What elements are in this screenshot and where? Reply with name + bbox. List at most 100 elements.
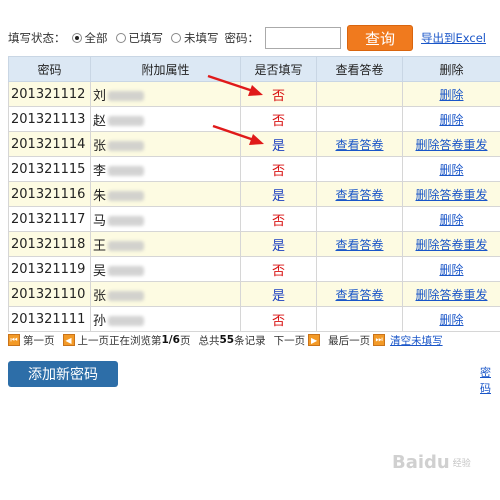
- view-cell: [316, 256, 403, 282]
- radio-all[interactable]: [71, 33, 82, 43]
- next-page-icon[interactable]: ▶: [308, 334, 321, 346]
- filled-status: 否: [271, 163, 285, 179]
- attribute-name: 李: [93, 163, 107, 179]
- password-link[interactable]: 密码: [480, 364, 500, 396]
- delete-link[interactable]: 删除: [439, 313, 463, 327]
- next-page-link[interactable]: 下一页: [274, 333, 306, 348]
- delete-cell: 删除: [402, 81, 500, 107]
- red-arrow-icon: [212, 124, 264, 145]
- first-page-icon[interactable]: ⏮: [8, 334, 20, 346]
- filled-status: 否: [271, 88, 285, 104]
- filled-status-cell: 是: [240, 281, 317, 307]
- view-answer-link[interactable]: 查看答卷: [335, 138, 383, 152]
- filled-status-cell: 是: [240, 231, 317, 257]
- redacted-blur: [108, 241, 145, 251]
- filled-status-cell: 是: [240, 181, 317, 207]
- redacted-blur: [108, 316, 145, 326]
- watermark-brand: Baidu: [392, 452, 450, 473]
- total-count: 55: [219, 334, 235, 346]
- redacted-blur: [108, 291, 145, 301]
- delete-cell: 删除: [402, 156, 500, 182]
- status-option-all[interactable]: 全部: [70, 30, 108, 46]
- delete-resend-link[interactable]: 删除答卷重发: [415, 188, 487, 202]
- last-page-icon[interactable]: ⏭: [373, 334, 386, 346]
- password-cell: 201321114: [8, 131, 91, 157]
- view-answer-link[interactable]: 查看答卷: [335, 238, 383, 252]
- redacted-blur: [108, 191, 145, 201]
- attribute-cell: 吴: [90, 256, 241, 282]
- password-input[interactable]: [265, 27, 341, 49]
- attribute-name: 王: [93, 238, 107, 254]
- status-option-all-label: 全部: [84, 31, 108, 45]
- view-cell: [316, 206, 403, 232]
- radio-filled[interactable]: [115, 33, 126, 43]
- status-option-filled-label: 已填写: [128, 31, 164, 45]
- view-answer-link[interactable]: 查看答卷: [335, 288, 383, 302]
- attribute-cell: 马: [90, 206, 241, 232]
- filled-status: 是: [271, 288, 285, 304]
- attribute-cell: 李: [90, 156, 241, 182]
- delete-link[interactable]: 删除: [439, 213, 463, 227]
- view-cell: 查看答卷: [316, 131, 403, 157]
- delete-cell: 删除: [402, 306, 500, 332]
- prev-page-icon[interactable]: ◀: [62, 334, 75, 346]
- delete-cell: 删除答卷重发: [402, 181, 500, 207]
- col-header-view: 查看答卷: [316, 56, 403, 82]
- prev-page-link[interactable]: 上一页: [78, 333, 110, 348]
- status-label: 填写状态：: [8, 31, 66, 45]
- delete-link[interactable]: 删除: [439, 163, 463, 177]
- page-suffix: 页: [179, 334, 191, 347]
- redacted-blur: [108, 116, 145, 126]
- attribute-name: 赵: [93, 113, 107, 129]
- view-cell: 查看答卷: [316, 181, 403, 207]
- view-cell: [316, 156, 403, 182]
- status-option-unfilled[interactable]: 未填写: [169, 30, 219, 46]
- col-header-delete: 删除: [402, 56, 500, 82]
- delete-cell: 删除: [402, 106, 500, 132]
- password-cell: 201321119: [8, 256, 91, 282]
- attribute-name: 张: [93, 138, 107, 154]
- password-cell: 201321112: [8, 81, 91, 107]
- attribute-name: 张: [93, 288, 107, 304]
- table-row: 201321117 马 否 删除: [8, 206, 500, 232]
- delete-resend-link[interactable]: 删除答卷重发: [415, 238, 487, 252]
- table-row: 201321110 张 是 查看答卷 删除答卷重发: [8, 281, 500, 307]
- pagination: ⏮ 第一页 ◀ 上一页 正在浏览第 1/6 页 总共 55 条记录 下一页 ▶ 最后一页…: [8, 331, 500, 349]
- filled-status: 否: [271, 263, 285, 279]
- delete-link[interactable]: 删除: [439, 113, 463, 127]
- redacted-blur: [108, 141, 145, 151]
- password-cell: 201321116: [8, 181, 91, 207]
- view-cell: 查看答卷: [316, 281, 403, 307]
- attribute-cell: 朱: [90, 181, 241, 207]
- filled-status: 是: [271, 138, 285, 154]
- delete-cell: 删除答卷重发: [402, 281, 500, 307]
- page-indicator: 1/6: [161, 334, 180, 346]
- attribute-name: 孙: [93, 313, 107, 329]
- view-cell: [316, 306, 403, 332]
- delete-link[interactable]: 删除: [439, 88, 463, 102]
- table-row: 201321116 朱 是 查看答卷 删除答卷重发: [8, 181, 500, 207]
- delete-resend-link[interactable]: 删除答卷重发: [415, 288, 487, 302]
- red-arrow-icon: [207, 74, 263, 96]
- delete-cell: 删除答卷重发: [402, 231, 500, 257]
- attribute-name: 刘: [93, 88, 107, 104]
- first-page-link[interactable]: 第一页: [23, 333, 55, 348]
- table-row: 201321118 王 是 查看答卷 删除答卷重发: [8, 231, 500, 257]
- query-button[interactable]: 查询: [347, 25, 413, 51]
- delete-resend-link[interactable]: 删除答卷重发: [415, 138, 487, 152]
- filled-status-cell: 否: [240, 256, 317, 282]
- view-answer-link[interactable]: 查看答卷: [335, 188, 383, 202]
- redacted-blur: [108, 91, 145, 101]
- filter-bar: 填写状态： 全部 已填写 未填写 密码： 查询 导出到Excel: [8, 24, 500, 52]
- table-row: 201321119 吴 否 删除: [8, 256, 500, 282]
- delete-link[interactable]: 删除: [439, 263, 463, 277]
- export-excel-link[interactable]: 导出到Excel: [421, 30, 486, 46]
- filled-status: 否: [271, 113, 285, 129]
- clear-unfilled-link[interactable]: 清空未填写: [390, 333, 443, 348]
- browsing-label: 正在浏览第: [109, 334, 162, 347]
- last-page-link[interactable]: 最后一页: [328, 333, 370, 348]
- add-new-password-button[interactable]: 添加新密码: [8, 361, 118, 387]
- status-option-filled[interactable]: 已填写: [114, 30, 164, 46]
- radio-unfilled[interactable]: [171, 33, 181, 43]
- password-cell: 201321115: [8, 156, 91, 182]
